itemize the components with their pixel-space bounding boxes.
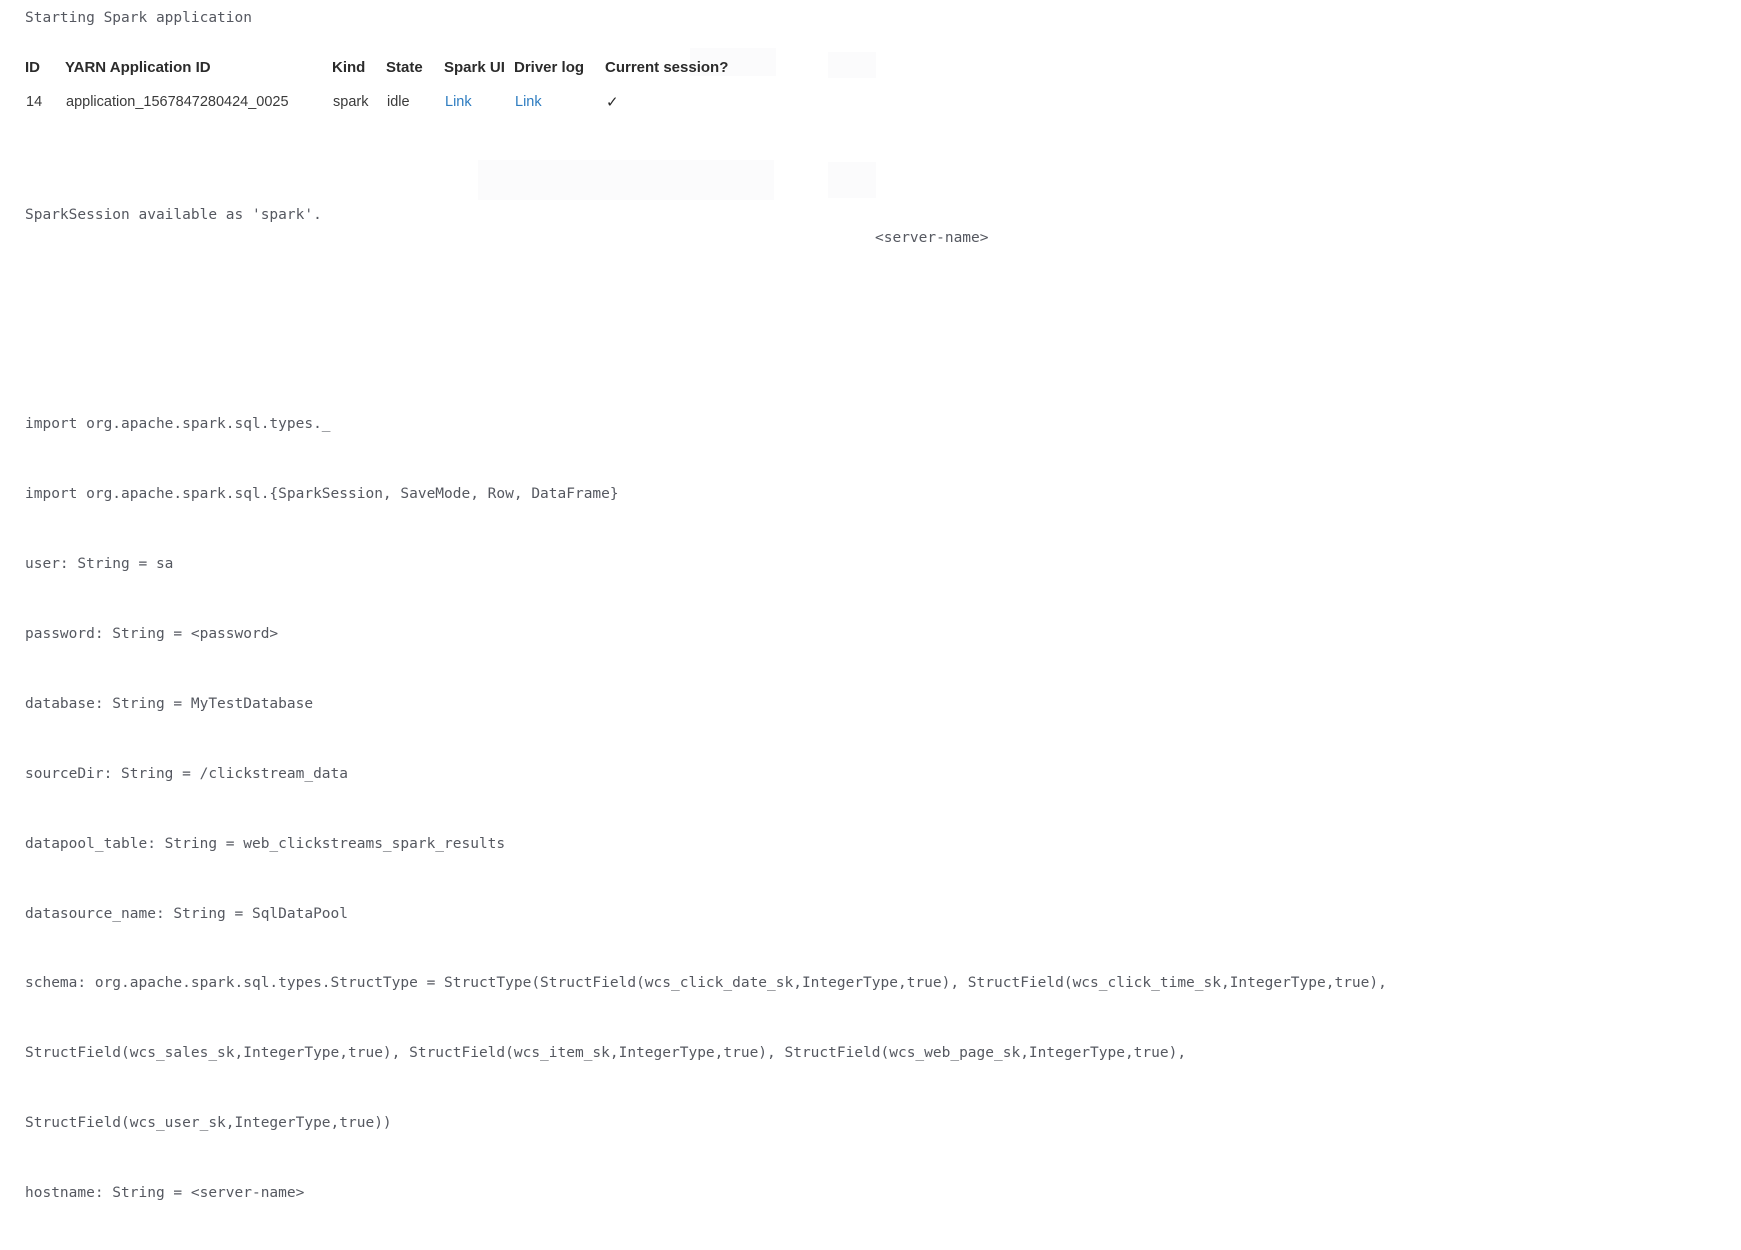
output-line: StructField(wcs_sales_sk,IntegerType,tru… [25, 1045, 1187, 1062]
output-line-blank [25, 273, 1725, 296]
column-header-spark-ui: Spark UI [444, 58, 505, 76]
table-row: 14 application_1567847280424_0025 spark … [25, 82, 728, 122]
spark-ui-link[interactable]: Link [445, 94, 472, 110]
output-line: password: String = <password> [25, 625, 279, 642]
output-line: import org.apache.spark.sql.types._ [25, 416, 331, 433]
background-artifact [828, 52, 876, 78]
output-line: StructField(wcs_user_sk,IntegerType,true… [25, 1115, 392, 1132]
column-header-state: State [386, 58, 423, 76]
output-line: sourceDir: String = /clickstream_data [25, 765, 349, 782]
column-header-kind: Kind [332, 58, 366, 76]
output-line: datapool_table: String = web_clickstream… [25, 835, 506, 852]
output-line: import org.apache.spark.sql.{SparkSessio… [25, 486, 619, 503]
spark-session-table: ID YARN Application ID Kind State Spark … [25, 52, 728, 122]
table-header-row: ID YARN Application ID Kind State Spark … [25, 52, 728, 82]
output-line-blank [25, 343, 1725, 366]
cell-id: 14 [26, 94, 43, 110]
cell-spark-ui: Link [444, 82, 514, 122]
spark-application-output: Starting Spark application ID YARN Appli… [0, 0, 1741, 1201]
column-header-current-session: Current session? [605, 58, 729, 76]
driver-log-link[interactable]: Link [515, 94, 542, 110]
cell-yarn-application-id: application_1567847280424_0025 [66, 94, 289, 110]
column-header-id: ID [25, 58, 40, 76]
column-header-driver-log: Driver log [514, 58, 585, 76]
cell-state: idle [387, 94, 410, 110]
cell-driver-log: Link [514, 82, 605, 122]
output-line: schema: org.apache.spark.sql.types.Struc… [25, 975, 1387, 992]
floating-server-name-overlay: <server-name> [875, 230, 989, 246]
code-output-block: SparkSession available as 'spark'. impor… [25, 157, 1725, 1250]
checkmark-icon: ✓ [606, 94, 619, 111]
cell-kind: spark [333, 94, 369, 110]
column-header-yarn-application-id: YARN Application ID [65, 58, 211, 76]
starting-spark-application-status: Starting Spark application [25, 10, 252, 26]
output-line: hostname: String = <server-name> [25, 1185, 305, 1202]
output-line: datasource_name: String = SqlDataPool [25, 905, 349, 922]
output-line: user: String = sa [25, 556, 174, 573]
cell-current-session: ✓ [605, 82, 728, 122]
output-line: SparkSession available as 'spark'. [25, 206, 322, 223]
output-line: database: String = MyTestDatabase [25, 695, 314, 712]
